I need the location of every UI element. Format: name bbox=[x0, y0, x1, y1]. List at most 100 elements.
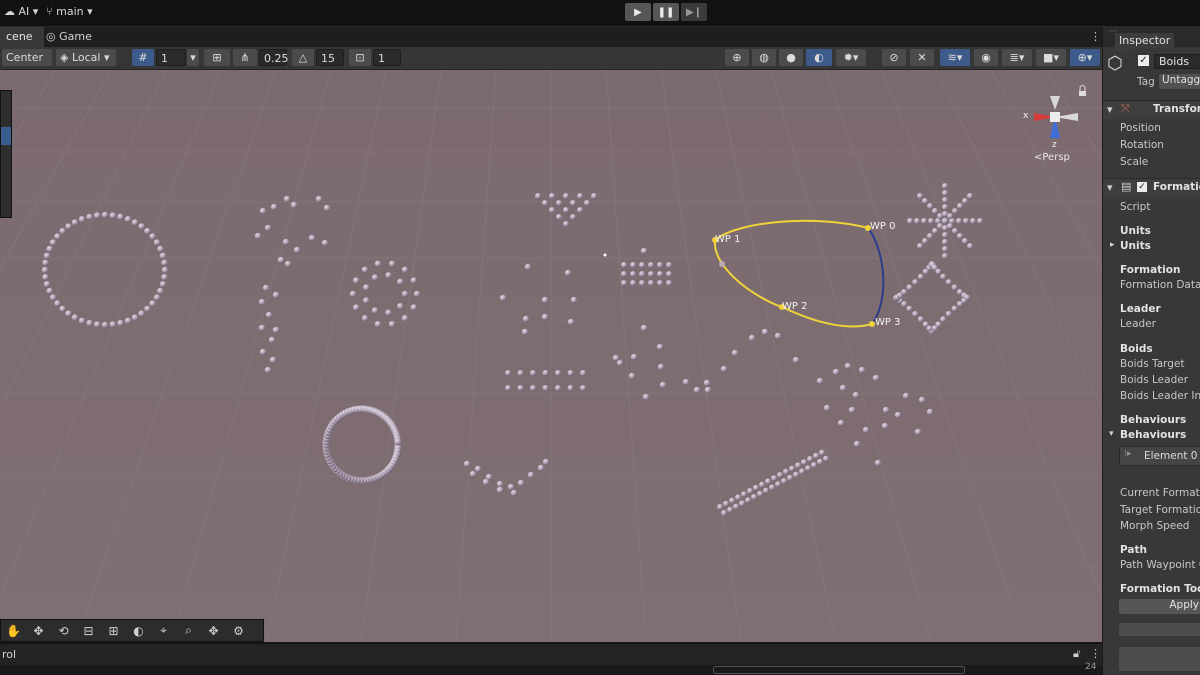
layers-dropdown[interactable]: ≋▾ bbox=[940, 49, 970, 66]
boid bbox=[463, 460, 471, 468]
foldout-arrow-icon[interactable]: ▸ bbox=[1110, 240, 1115, 250]
behaviours-foldout[interactable]: Behaviours bbox=[1120, 429, 1186, 441]
tab-inspector[interactable]: ⓘ Inspector bbox=[1103, 27, 1200, 51]
foldout-arrow-icon[interactable]: ▾ bbox=[1109, 429, 1114, 439]
step-button[interactable]: ▶❙ bbox=[681, 3, 707, 21]
transform-component-header[interactable]: ▾ ⤧ Transform bbox=[1103, 100, 1200, 119]
boid bbox=[138, 223, 145, 230]
editor-tool-icon[interactable]: ⚙ bbox=[226, 621, 251, 640]
boid bbox=[918, 396, 926, 404]
boid bbox=[259, 348, 267, 356]
play-button[interactable]: ▶ bbox=[625, 3, 651, 21]
scale-snap-field[interactable]: 1 bbox=[373, 49, 401, 66]
scene-viewport[interactable]: WP 0 WP 1 WP 2 WP 3 x z <Persp bbox=[0, 70, 1102, 642]
zoom-tool-icon[interactable]: ⌕ bbox=[176, 621, 201, 640]
custom-tool-icon[interactable]: ⌖ bbox=[151, 621, 176, 640]
boid bbox=[86, 319, 93, 327]
boid bbox=[159, 281, 167, 288]
boid bbox=[781, 478, 787, 484]
tab-scene[interactable]: cene bbox=[0, 27, 44, 47]
boid bbox=[397, 303, 404, 310]
waypoint-label: WP 1 bbox=[715, 234, 741, 245]
visibility-toggle[interactable]: ◉ bbox=[974, 49, 998, 66]
2d-toggle[interactable]: ⊘ bbox=[882, 49, 906, 66]
increment-snap-toggle[interactable]: ⋔ bbox=[233, 49, 257, 66]
active-checkbox[interactable]: ✓ bbox=[1138, 55, 1149, 66]
morph-speed-label: Morph Speed bbox=[1120, 520, 1190, 532]
pivot-mode-dropdown[interactable]: Center ▾ bbox=[2, 49, 52, 81]
object-name-field[interactable]: Boids bbox=[1154, 54, 1200, 69]
pause-button[interactable]: ❚❚ bbox=[653, 3, 679, 21]
branch-dropdown[interactable]: ⑂ main ▾ bbox=[46, 5, 93, 18]
behaviour-element-row[interactable]: ⁝▸ Element 0 bbox=[1119, 446, 1200, 466]
boid bbox=[666, 280, 672, 286]
grid-size-field[interactable]: 1 bbox=[156, 49, 186, 66]
render-layers-dropdown[interactable]: ≣▾ bbox=[1002, 49, 1032, 66]
overlay-tool-active[interactable] bbox=[1, 127, 11, 145]
rotate-snap-field[interactable]: 15 bbox=[316, 49, 344, 66]
boid bbox=[657, 262, 663, 268]
wireframe-toggle[interactable]: ⊕ bbox=[725, 49, 749, 66]
scene-toolbar: Center ▾ ◈ Local ▾ # 1 ▾ ⊞ ⋔ 0.25 △ 15 ⊡… bbox=[0, 47, 1102, 81]
boid bbox=[474, 465, 482, 473]
more-menu-icon[interactable]: ⋮ bbox=[1090, 647, 1101, 660]
grid-toggle[interactable]: # bbox=[132, 49, 154, 66]
lock-icon[interactable]: 🔓︎ bbox=[1073, 647, 1080, 661]
pivot-rotation-dropdown[interactable]: ◈ Local ▾ bbox=[56, 49, 116, 66]
rotate-tool-icon[interactable]: ⟲ bbox=[51, 621, 76, 640]
gizmos-dropdown[interactable]: ⊕▾ bbox=[1070, 49, 1100, 66]
snap-toggle[interactable]: ⊞ bbox=[204, 49, 230, 66]
scene-canvas[interactable] bbox=[0, 70, 1102, 642]
boid bbox=[542, 370, 549, 376]
shaded-toggle[interactable]: ● bbox=[779, 49, 803, 66]
debug-dropdown[interactable]: ✹▾ bbox=[836, 49, 866, 66]
step-icon: ▶❙ bbox=[685, 6, 703, 18]
boid bbox=[819, 449, 825, 456]
scroll-slider[interactable] bbox=[713, 666, 965, 674]
boid bbox=[951, 284, 958, 291]
stack-icon: ≣ bbox=[1009, 51, 1019, 64]
pan-tool-icon[interactable]: ✥ bbox=[201, 621, 226, 640]
overlay-panel-left[interactable] bbox=[0, 90, 12, 218]
boid bbox=[385, 309, 392, 316]
boid bbox=[666, 271, 672, 277]
account-dropdown[interactable]: ☁ AI ▾ bbox=[4, 5, 38, 18]
tool-button-large[interactable] bbox=[1119, 647, 1200, 671]
boid bbox=[844, 362, 852, 370]
grid-dropdown[interactable]: ▾ bbox=[187, 49, 199, 66]
units-foldout[interactable]: Units bbox=[1120, 240, 1151, 252]
rotate-snap-toggle[interactable]: △ bbox=[292, 49, 314, 66]
boid bbox=[771, 475, 777, 482]
waypoint-label: WP 2 bbox=[782, 301, 808, 312]
boid bbox=[254, 232, 262, 240]
increment-snap-field[interactable]: 0.25 bbox=[259, 49, 289, 66]
scale-tool-icon[interactable]: ⊟ bbox=[76, 621, 101, 640]
lighting-toggle[interactable]: ◐ bbox=[806, 49, 832, 66]
formation-component-header[interactable]: ▾ ▤ ✓ Formation bbox=[1103, 178, 1200, 197]
boid bbox=[902, 392, 910, 400]
tag-dropdown[interactable]: Untagge bbox=[1159, 74, 1200, 89]
shaded-wire-toggle[interactable]: ◍ bbox=[752, 49, 776, 66]
console-tab-label[interactable]: rol bbox=[2, 648, 16, 661]
projection-toggle[interactable]: <Persp bbox=[1034, 152, 1070, 163]
camera-dropdown[interactable]: ■▾ bbox=[1036, 49, 1066, 66]
drag-handle-icon[interactable]: ⁝▸ bbox=[1124, 449, 1131, 459]
boid bbox=[349, 290, 357, 298]
scale-snap-toggle[interactable]: ⊡ bbox=[349, 49, 371, 66]
rect-tool-icon[interactable]: ⊞ bbox=[101, 621, 126, 640]
transform-tool-icon[interactable]: ◐ bbox=[126, 621, 151, 640]
boid bbox=[549, 193, 555, 199]
boid bbox=[962, 238, 968, 244]
boid bbox=[932, 228, 938, 234]
boid bbox=[117, 213, 124, 221]
move-tool-icon[interactable]: ✥ bbox=[26, 621, 51, 640]
fx-toggle[interactable]: ✕ bbox=[910, 49, 934, 66]
tool-button[interactable] bbox=[1119, 623, 1200, 636]
boid bbox=[932, 208, 938, 214]
cloud-icon: ☁ bbox=[4, 5, 15, 18]
tab-game[interactable]: ◎ Game bbox=[40, 27, 98, 47]
apply-button[interactable]: Apply bbox=[1119, 599, 1200, 614]
view-tool-icon[interactable]: ✋ bbox=[1, 621, 26, 640]
script-label: Script bbox=[1120, 201, 1151, 213]
component-enabled-checkbox[interactable]: ✓ bbox=[1137, 182, 1147, 192]
